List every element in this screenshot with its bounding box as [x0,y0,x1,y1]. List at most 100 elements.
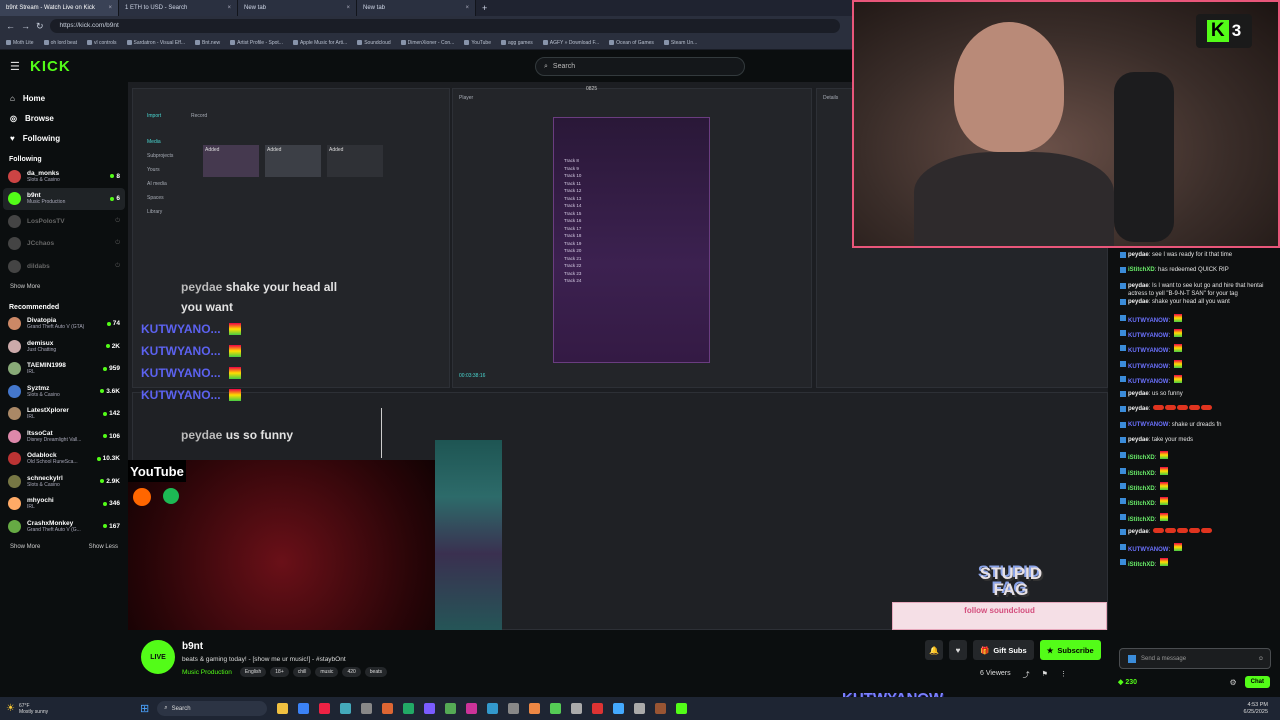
taskbar-app-icon[interactable] [676,703,688,714]
sidebar-nav-following[interactable]: ♥ Following [0,128,128,148]
sidebar-nav-home[interactable]: ⌂ Home [0,88,128,108]
chat-username[interactable]: peydae [1128,391,1149,397]
search-input[interactable]: ⌕ Search [535,57,745,76]
channel-item[interactable]: mhyochi IRL 346 [0,493,128,516]
bell-icon[interactable]: 🔔 [925,640,943,660]
reload-icon[interactable]: ↻ [36,21,44,32]
taskbar-app-icon[interactable] [508,703,520,714]
menu-icon[interactable]: ☰ [10,60,20,73]
show-less-button[interactable]: Show Less [89,544,118,550]
taskbar-app-icon[interactable] [361,703,373,714]
taskbar-app-icon[interactable] [592,703,604,714]
chat-username[interactable]: peydae [1128,299,1149,305]
chat-username[interactable]: iStitchXD [1128,267,1155,273]
taskbar-app-icon[interactable] [571,703,583,714]
taskbar-app-icon[interactable] [298,703,310,714]
browser-tab[interactable]: New tab × [357,0,476,16]
bookmark-item[interactable]: Bnt.new [195,40,220,46]
bookmark-item[interactable]: oh lord beat [43,40,77,46]
chat-username[interactable]: iStitchXD [1128,471,1155,477]
browser-tab[interactable]: 1 ETH to USD - Search × [119,0,238,16]
bookmark-item[interactable]: Steam Un... [663,40,697,46]
bookmark-item[interactable]: agg games [500,40,533,46]
bookmark-item[interactable]: Soundcloud [357,40,391,46]
chat-input[interactable]: Send a message ☺ [1119,648,1271,669]
taskbar-search[interactable]: ⌕ Search [157,701,268,716]
chat-username[interactable]: KUTWYANOW [1128,318,1168,324]
back-icon[interactable]: ← [6,21,15,31]
bookmark-item[interactable]: YouTube [464,40,491,46]
taskbar-app-icon[interactable] [403,703,415,714]
windows-start-icon[interactable]: ⊞ [140,702,149,715]
chat-username[interactable]: KUTWYANOW [1128,379,1168,385]
chat-username[interactable]: peydae [1128,283,1149,289]
stream-tag[interactable]: chill [292,667,312,677]
stream-tag[interactable]: 18+ [270,667,289,677]
close-icon[interactable]: × [108,5,112,11]
close-icon[interactable]: × [465,5,469,11]
channel-item[interactable]: Divatopia Grand Theft Auto V (GTA) 74 [0,313,128,336]
chat-username[interactable]: peydae [1128,406,1149,412]
sidebar-nav-browse[interactable]: ◎ Browse [0,108,128,128]
kick-logo[interactable]: KICK [30,58,71,75]
taskbar-app-icon[interactable] [487,703,499,714]
forward-icon[interactable]: → [21,21,30,31]
system-clock[interactable]: 4:53 PM 6/25/2025 [1244,702,1268,716]
settings-icon[interactable]: ⚙ [1229,678,1236,687]
channel-points[interactable]: ◆ 230 [1118,678,1137,686]
stream-tag[interactable]: beats [364,667,388,677]
taskbar-app-icon[interactable] [613,703,625,714]
channel-avatar[interactable]: LIVE [141,640,175,674]
taskbar-app-icon[interactable] [277,703,289,714]
chat-username[interactable]: KUTWYANOW [1128,422,1168,428]
channel-item[interactable]: LosPolosTV ⏻ [0,210,128,233]
channel-item[interactable]: Syztmz Slots & Casino 3.6K [0,380,128,403]
chat-username[interactable]: iStitchXD [1128,562,1155,568]
chat-username[interactable]: KUTWYANOW [1128,333,1168,339]
chat-send-button[interactable]: Chat [1244,676,1270,688]
emoji-icon[interactable]: ☺ [1258,656,1264,662]
chat-username[interactable]: iStitchXD [1128,455,1155,461]
subscribe-button[interactable]: ★ Subscribe [1039,640,1101,660]
more-icon[interactable]: ⋮ [1060,670,1067,680]
stream-tag[interactable]: English [239,667,267,677]
weather-widget[interactable]: ☀ 67°F Mostly sunny [0,703,140,715]
channel-item[interactable]: demisux Just Chatting 2K [0,335,128,358]
gift-subs-button[interactable]: 🎁 Gift Subs [973,640,1034,660]
bookmark-item[interactable]: Ocean of Games [609,40,654,46]
chat-username[interactable]: peydae [1128,529,1149,535]
channel-item[interactable]: schneckylrl Slots & Casino 2.9K [0,470,128,493]
chat-username[interactable]: iStitchXD [1128,486,1155,492]
channel-item[interactable]: ItssoCat Disney Dreamlight Vall... 106 [0,425,128,448]
browser-tab[interactable]: New tab × [238,0,357,16]
share-icon[interactable]: ⤴ [1023,670,1030,680]
taskbar-app-icon[interactable] [529,703,541,714]
channel-item[interactable]: LatestXplorer IRL 142 [0,403,128,426]
heart-icon[interactable]: ♥ [949,640,967,660]
stream-tag[interactable]: 420 [342,667,361,677]
channel-name[interactable]: b9nt [182,641,203,652]
bookmark-item[interactable]: Artist Profile - Spot... [230,40,283,46]
new-tab-icon[interactable]: + [476,0,493,16]
bookmark-item[interactable]: Sardatron - Visual Eff... [126,40,185,46]
taskbar-app-icon[interactable] [382,703,394,714]
stream-tag[interactable]: music [315,667,339,677]
taskbar-app-icon[interactable] [466,703,478,714]
chat-username[interactable]: KUTWYANOW [1128,547,1168,553]
channel-item[interactable]: da_monks Slots & Casino 8 [0,165,128,188]
taskbar-app-icon[interactable] [634,703,646,714]
taskbar-app-icon[interactable] [655,703,667,714]
report-icon[interactable]: ⚑ [1042,670,1048,680]
channel-item[interactable]: b9nt Music Production 6 [3,187,125,210]
close-icon[interactable]: × [346,5,350,11]
bookmark-item[interactable]: AGFY » Download F... [542,40,599,46]
chat-username[interactable]: KUTWYANOW [1128,348,1168,354]
chat-username[interactable]: peydae [1128,252,1149,258]
channel-item[interactable]: TAEMIN1998 IRL 959 [0,358,128,381]
taskbar-app-icon[interactable] [445,703,457,714]
chat-username[interactable]: peydae [1128,437,1149,443]
taskbar-app-icon[interactable] [319,703,331,714]
bookmark-item[interactable]: Apple Music for Arti... [292,40,347,46]
channel-item[interactable]: JCchaos ⏻ [0,233,128,256]
browser-tab[interactable]: b9nt Stream - Watch Live on Kick × [0,0,119,16]
